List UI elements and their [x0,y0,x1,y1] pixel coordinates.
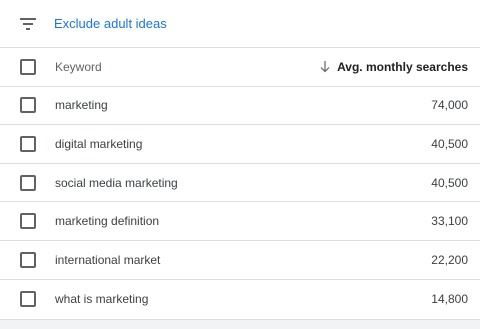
table-row: what is marketing 14,800 [0,280,480,319]
searches-cell: 40,500 [431,136,468,151]
avg-monthly-searches-header: Avg. monthly searches [337,59,468,74]
table-header: Keyword Avg. monthly searches [0,48,480,87]
avg-monthly-searches-sort[interactable]: Avg. monthly searches [320,60,468,74]
table-row: digital marketing 40,500 [0,125,480,164]
keyword-cell: marketing definition [55,214,160,229]
select-all-checkbox[interactable] [20,58,36,75]
exclude-adult-ideas-link[interactable]: Exclude adult ideas [54,16,167,31]
keyword-cell: international market [55,252,161,267]
keyword-cell: digital marketing [55,136,143,151]
row-checkbox[interactable] [20,251,36,268]
searches-cell: 33,100 [431,214,468,229]
table-row: marketing 74,000 [0,87,480,126]
searches-cell: 74,000 [431,98,468,113]
row-checkbox[interactable] [20,174,36,191]
keyword-cell: social media marketing [55,175,178,190]
searches-cell: 14,800 [431,291,468,306]
row-checkbox[interactable] [20,135,36,152]
table-row: social media marketing 40,500 [0,164,480,203]
arrow-down-icon [320,60,330,73]
filter-bar: Exclude adult ideas [0,0,480,48]
keyword-ideas-panel: Exclude adult ideas Keyword Avg. monthly… [0,0,480,320]
keyword-cell: marketing [55,98,108,113]
filter-icon[interactable] [20,17,36,30]
searches-cell: 40,500 [431,175,468,190]
table-row: international market 22,200 [0,241,480,280]
row-checkbox[interactable] [20,213,36,230]
row-checkbox[interactable] [20,97,36,114]
row-checkbox[interactable] [20,290,36,307]
keyword-cell: what is marketing [55,291,149,306]
table-row: marketing definition 33,100 [0,202,480,241]
searches-cell: 22,200 [431,252,468,267]
keyword-column-header[interactable]: Keyword [55,60,320,74]
